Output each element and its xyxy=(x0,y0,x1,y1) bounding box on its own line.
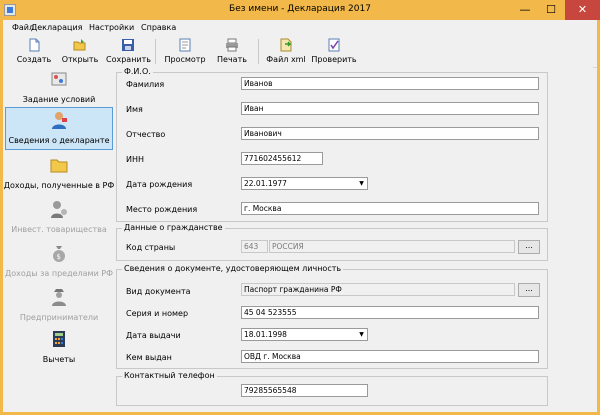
country-code-label: Код страны xyxy=(126,243,176,252)
calculator-icon xyxy=(53,331,65,347)
preview-button[interactable]: Просмотр xyxy=(161,36,209,67)
contact-legend: Контактный телефон xyxy=(122,371,217,380)
doc-type-field: Паспорт гражданина РФ xyxy=(241,283,515,296)
print-label: Печать xyxy=(217,55,247,64)
issued-by-input[interactable]: ОВД г. Москва xyxy=(241,350,539,363)
businessman-icon xyxy=(52,289,66,306)
nav-deductions-label: Вычеты xyxy=(42,355,76,364)
birthdate-value: 22.01.1977 xyxy=(244,179,287,188)
inn-input[interactable]: 771602455612 xyxy=(241,152,323,165)
nav-invest-label: Инвест. товарищества xyxy=(11,225,107,234)
select-doc-type-button[interactable]: ... xyxy=(518,283,540,297)
nav-deductions[interactable]: Вычеты xyxy=(3,327,115,370)
menu-declaration[interactable]: Декларация xyxy=(31,23,82,32)
xml-file-label: Файл xml xyxy=(266,55,306,64)
nav-income-rf[interactable]: Доходы, полученные в РФ xyxy=(3,153,115,196)
minimize-button[interactable]: — xyxy=(512,0,538,20)
patronymic-input[interactable]: Иванович xyxy=(241,127,539,140)
toolbar-separator xyxy=(258,39,259,64)
check-label: Проверить xyxy=(311,55,357,64)
issued-by-label: Кем выдан xyxy=(126,353,172,362)
name-label: Имя xyxy=(126,105,143,114)
open-label: Открыть xyxy=(61,55,99,64)
birthdate-picker[interactable]: 22.01.1977 ▼ xyxy=(241,177,368,190)
chevron-down-icon[interactable]: ▼ xyxy=(357,330,366,339)
new-file-icon xyxy=(29,38,40,52)
doc-type-label: Вид документа xyxy=(126,287,191,296)
birthdate-label: Дата рождения xyxy=(126,180,193,189)
series-input[interactable]: 45 04 523555 xyxy=(241,306,539,319)
preview-label: Просмотр xyxy=(164,55,206,64)
country-name-field: РОССИЯ xyxy=(269,240,515,253)
nav-income-rf-label: Доходы, полученные в РФ xyxy=(3,181,115,190)
open-button[interactable]: Открыть xyxy=(59,36,101,67)
folder-icon xyxy=(50,159,68,173)
patronymic-label: Отчество xyxy=(126,130,166,139)
issue-date-picker[interactable]: 18.01.1998 ▼ xyxy=(241,328,368,341)
country-code-field: 643 xyxy=(241,240,268,253)
surname-label: Фамилия xyxy=(126,80,165,89)
save-disk-icon xyxy=(122,39,134,51)
section-navigation: Задание условий Сведения о декларанте До… xyxy=(3,67,115,412)
document-legend: Сведения о документе, удостоверяющем лич… xyxy=(122,264,344,273)
create-label: Создать xyxy=(16,55,52,64)
check-button[interactable]: Проверить xyxy=(311,36,357,67)
print-button[interactable]: Печать xyxy=(213,36,251,67)
save-button[interactable]: Сохранить xyxy=(106,36,151,67)
toolbar-separator xyxy=(155,39,156,64)
investor-icon xyxy=(51,201,67,218)
birthplace-label: Место рождения xyxy=(126,205,198,214)
phone-input[interactable]: 79285565548 xyxy=(241,384,368,397)
select-country-button[interactable]: ... xyxy=(518,240,540,254)
svg-text:$: $ xyxy=(57,253,61,261)
menu-bar: Файл Декларация Настройки Справка xyxy=(3,20,597,36)
settings-icon xyxy=(51,72,67,86)
chevron-down-icon[interactable]: ▼ xyxy=(357,179,366,188)
nav-invest[interactable]: Инвест. товарищества xyxy=(3,197,115,240)
nav-income-abroad-label: Доходы за пределами РФ xyxy=(4,269,114,278)
money-bag-icon: $ xyxy=(53,246,65,262)
title-bar: Без имени - Декларация 2017 — ☐ ✕ xyxy=(0,0,600,20)
nav-declarant-label: Сведения о декларанте xyxy=(8,136,110,145)
menu-settings[interactable]: Настройки xyxy=(89,23,134,32)
xml-file-button[interactable]: Файл xml xyxy=(265,36,307,67)
fio-legend: Ф.И.О. xyxy=(122,67,153,76)
nav-business-label: Предприниматели xyxy=(19,313,99,322)
nav-conditions-label: Задание условий xyxy=(22,95,96,104)
birthplace-input[interactable]: г. Москва xyxy=(241,202,539,215)
xml-export-icon xyxy=(280,38,292,52)
nav-declarant[interactable]: Сведения о декларанте xyxy=(5,107,113,150)
save-label: Сохранить xyxy=(106,55,151,64)
series-label: Серия и номер xyxy=(126,309,189,318)
issue-date-label: Дата выдачи xyxy=(126,331,181,340)
nav-income-abroad[interactable]: $ Доходы за пределами РФ xyxy=(3,241,115,284)
fio-group xyxy=(116,72,548,222)
inn-label: ИНН xyxy=(126,155,145,164)
printer-icon xyxy=(226,38,238,52)
close-button[interactable]: ✕ xyxy=(565,0,600,20)
nav-conditions[interactable]: Задание условий xyxy=(3,67,115,110)
create-button[interactable]: Создать xyxy=(13,36,55,67)
maximize-button[interactable]: ☐ xyxy=(538,0,564,20)
nav-business[interactable]: Предприниматели xyxy=(3,285,115,328)
citizenship-legend: Данные о гражданстве xyxy=(122,223,225,232)
menu-help[interactable]: Справка xyxy=(141,23,176,32)
window-title: Без имени - Декларация 2017 xyxy=(229,4,371,14)
toolbar: Создать Открыть Сохранить Просмотр Печат… xyxy=(3,36,597,68)
issue-date-value: 18.01.1998 xyxy=(244,330,287,339)
preview-icon xyxy=(179,38,191,52)
surname-input[interactable]: Иванов xyxy=(241,77,539,90)
name-input[interactable]: Иван xyxy=(241,102,539,115)
open-folder-icon xyxy=(73,39,86,51)
person-icon xyxy=(52,112,67,129)
check-document-icon xyxy=(328,38,340,52)
